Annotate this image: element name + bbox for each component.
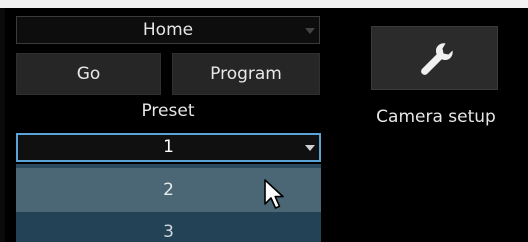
go-button[interactable]: Go (16, 53, 161, 95)
mouse-pointer-icon (264, 179, 284, 209)
left-edge (0, 8, 5, 242)
dropdown-option-3[interactable]: 3 (16, 212, 321, 242)
camera-control-panel: Home Go Program Preset 1 2 3 Camera setu… (0, 0, 528, 242)
home-position-select[interactable]: Home (16, 16, 320, 44)
dropdown-option-label: 2 (163, 180, 174, 200)
program-button-label: Program (210, 64, 282, 84)
preset-select[interactable]: 1 (16, 133, 321, 162)
chevron-down-icon (305, 28, 315, 34)
camera-setup-label: Camera setup (376, 107, 496, 127)
preset-selected-value: 1 (163, 137, 174, 157)
preset-label: Preset (141, 101, 195, 121)
program-button[interactable]: Program (172, 53, 320, 95)
chevron-down-icon (305, 145, 315, 151)
window-top-strip (0, 0, 528, 8)
wrench-icon (421, 43, 453, 75)
home-select-value: Home (142, 20, 194, 40)
dropdown-option-label: 3 (163, 222, 174, 242)
go-button-label: Go (76, 64, 101, 84)
camera-setup-button[interactable] (371, 26, 498, 90)
